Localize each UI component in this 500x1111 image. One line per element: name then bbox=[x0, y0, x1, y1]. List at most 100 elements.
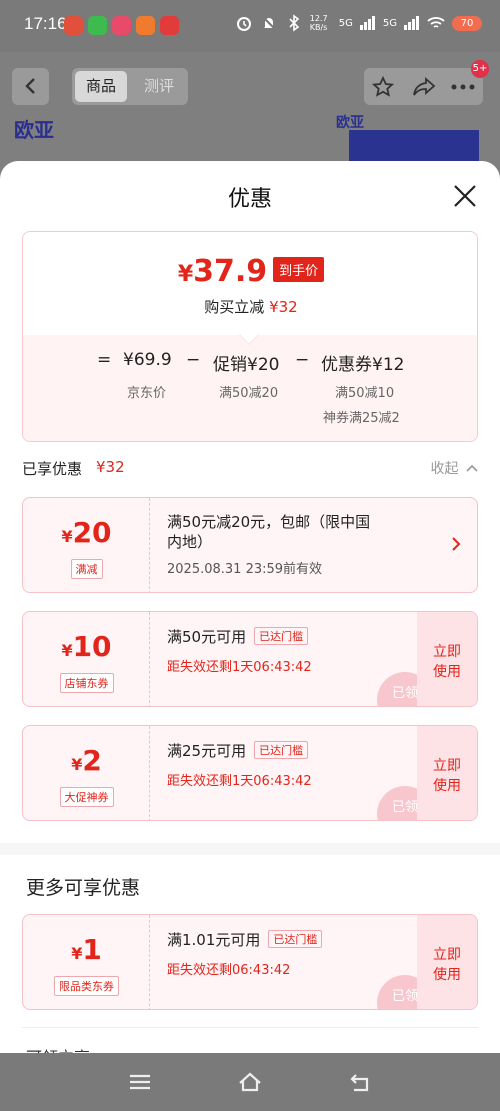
coupon-desc: 满50元可用 已达门槛 bbox=[167, 626, 309, 647]
coupon-currency: ¥ bbox=[61, 641, 73, 660]
coupon-tag: 大促神券 bbox=[59, 787, 114, 807]
coupon-currency: ¥ bbox=[61, 527, 73, 546]
coupon-validity: 2025.08.31 23:59前有效 bbox=[167, 562, 323, 577]
close-icon[interactable] bbox=[452, 183, 478, 209]
coupon-tag: 满减 bbox=[70, 559, 103, 579]
coupon-amount: ¥20 bbox=[23, 516, 150, 549]
signal-5g-2: 5G bbox=[383, 18, 397, 29]
battery-icon: 70 bbox=[452, 15, 482, 31]
brand-logo-small: 欧亚 bbox=[336, 115, 364, 131]
discount-sheet: 优惠 ¥37.9 到手价 购买立减 ¥32 = ¥69.9 − 促销¥20 − 优… bbox=[0, 161, 500, 1053]
chevron-right-icon bbox=[452, 537, 461, 551]
price-currency: ¥ bbox=[177, 262, 194, 287]
threshold-badge: 已达门槛 bbox=[254, 627, 309, 645]
collapse-label: 收起 bbox=[430, 461, 459, 477]
sub-label-promo: 满50减20 bbox=[219, 386, 279, 401]
threshold-badge: 已达门槛 bbox=[254, 741, 309, 759]
section-heading-cut: 可领立享 bbox=[26, 1044, 90, 1053]
final-price-tag: 到手价 bbox=[273, 257, 325, 282]
coupon-tag-wrap: 大促神券 bbox=[23, 786, 150, 807]
tab-review[interactable]: 测评 bbox=[134, 71, 184, 102]
coupon-currency: ¥ bbox=[71, 755, 83, 774]
coupon-condition: 满1.01元可用 bbox=[167, 931, 261, 949]
threshold-badge: 已达门槛 bbox=[268, 930, 323, 948]
taobao-app-icon bbox=[136, 16, 155, 35]
coupon-value: 10 bbox=[72, 630, 112, 663]
net-label-1: 5G bbox=[338, 17, 353, 29]
formula-equals: = bbox=[97, 350, 112, 370]
net-label-2: 5G bbox=[382, 17, 397, 29]
status-right: 12.7 KB/s 5G 5G 70 bbox=[235, 14, 482, 32]
coupon-desc: 满25元可用 已达门槛 bbox=[167, 740, 309, 761]
signal-icon-2 bbox=[404, 16, 419, 30]
reduce-amount: ¥32 bbox=[269, 298, 298, 316]
message-badge: 5+ bbox=[471, 60, 489, 78]
alarm-icon bbox=[236, 17, 251, 31]
price-summary: ¥37.9 到手价 购买立减 ¥32 = ¥69.9 − 促销¥20 − 优惠券¥… bbox=[22, 231, 478, 442]
mute-icon bbox=[262, 16, 276, 30]
sub-label-coupon2: 神券满25减2 bbox=[323, 411, 400, 426]
share-icon[interactable] bbox=[412, 76, 436, 98]
menu-icon[interactable] bbox=[127, 1070, 153, 1094]
coupon-tag-wrap: 店铺东券 bbox=[23, 672, 150, 693]
rednote-app-icon bbox=[112, 16, 131, 35]
sub-label-base: 京东价 bbox=[127, 386, 167, 401]
brand-logo: 欧亚 bbox=[14, 118, 54, 142]
pinduoduo-app-icon bbox=[160, 16, 179, 35]
sub-label-coupon1: 满50减10 bbox=[335, 386, 395, 401]
list-divider bbox=[22, 1027, 478, 1028]
status-time: 17:16 bbox=[24, 14, 67, 33]
coupon-value: 1 bbox=[82, 933, 102, 966]
coupon-value: 20 bbox=[72, 516, 112, 549]
system-nav-bar bbox=[0, 1053, 500, 1111]
collapse-button[interactable]: 收起 bbox=[431, 458, 478, 478]
enjoyed-header: 已享优惠 ¥32 收起 bbox=[22, 458, 478, 480]
use-now-button[interactable]: 立即使用 bbox=[417, 915, 477, 1009]
coupon-desc-line2: 内地） bbox=[167, 533, 213, 551]
coupon-desc: 满1.01元可用 已达门槛 bbox=[167, 929, 323, 950]
use-now-button[interactable]: 立即使用 bbox=[417, 612, 477, 706]
status-bar: 17:16 12.7 KB/s 5G 5G 70 bbox=[0, 0, 500, 52]
coupon-tag-wrap: 满减 bbox=[23, 558, 150, 579]
wechat-app-icon bbox=[88, 16, 107, 35]
signal-icon bbox=[359, 16, 375, 30]
coupon-condition: 满50元可用 bbox=[167, 628, 247, 646]
formula-minus-2: − bbox=[295, 350, 310, 370]
formula-promo: 促销¥20 bbox=[213, 355, 280, 375]
coupon-countdown: 距失效还剩1天06:43:42 bbox=[167, 660, 312, 675]
back-nav-icon[interactable] bbox=[348, 1070, 374, 1094]
formula-minus-1: − bbox=[186, 350, 201, 370]
network-speed: 12.7 KB/s bbox=[309, 14, 328, 32]
final-price-row: ¥37.9 到手价 bbox=[23, 254, 477, 289]
coupon-card-promo-god: ¥2 大促神券 满25元可用 已达门槛 距失效还剩1天06:43:42 已领 立即… bbox=[22, 725, 478, 821]
more-icon[interactable] bbox=[450, 83, 476, 91]
coupon-desc: 满50元减20元，包邮（限中国 内地） bbox=[167, 512, 370, 552]
more-discounts-title: 更多可享优惠 bbox=[26, 877, 141, 899]
back-button[interactable] bbox=[12, 68, 49, 105]
formula-base-price: ¥69.9 bbox=[123, 350, 172, 370]
reduce-label: 购买立减 bbox=[204, 298, 265, 316]
product-tabs: 商品 测评 bbox=[72, 68, 188, 105]
coupon-amount: ¥1 bbox=[23, 933, 150, 966]
coupon-card-store: ¥10 店铺东券 满50元可用 已达门槛 距失效还剩1天06:43:42 已领 立… bbox=[22, 611, 478, 707]
coupon-tag: 限品类东券 bbox=[54, 976, 119, 996]
coupon-countdown: 距失效还剩06:43:42 bbox=[167, 963, 291, 978]
enjoyed-amount: ¥32 bbox=[96, 458, 125, 476]
coupon-tag-wrap: 限品类东券 bbox=[23, 975, 150, 996]
weibo-app-icon bbox=[64, 16, 83, 35]
coupon-condition: 满25元可用 bbox=[167, 742, 247, 760]
chevron-up-icon bbox=[466, 464, 478, 472]
coupon-countdown: 距失效还剩1天06:43:42 bbox=[167, 774, 312, 789]
enjoyed-label: 已享优惠 bbox=[22, 460, 83, 478]
coupon-card-promo[interactable]: ¥20 满减 满50元减20元，包邮（限中国 内地） 2025.08.31 23… bbox=[22, 497, 478, 593]
star-icon[interactable] bbox=[372, 76, 394, 98]
tab-product[interactable]: 商品 bbox=[75, 71, 127, 102]
section-divider bbox=[0, 843, 500, 855]
final-price: 37.9 bbox=[193, 254, 268, 289]
wifi-icon bbox=[427, 17, 445, 28]
reduce-row: 购买立减 ¥32 bbox=[23, 296, 477, 317]
home-icon[interactable] bbox=[237, 1070, 263, 1094]
use-now-button[interactable]: 立即使用 bbox=[417, 726, 477, 820]
coupon-tag: 店铺东券 bbox=[59, 673, 114, 693]
coupon-currency: ¥ bbox=[71, 944, 83, 963]
